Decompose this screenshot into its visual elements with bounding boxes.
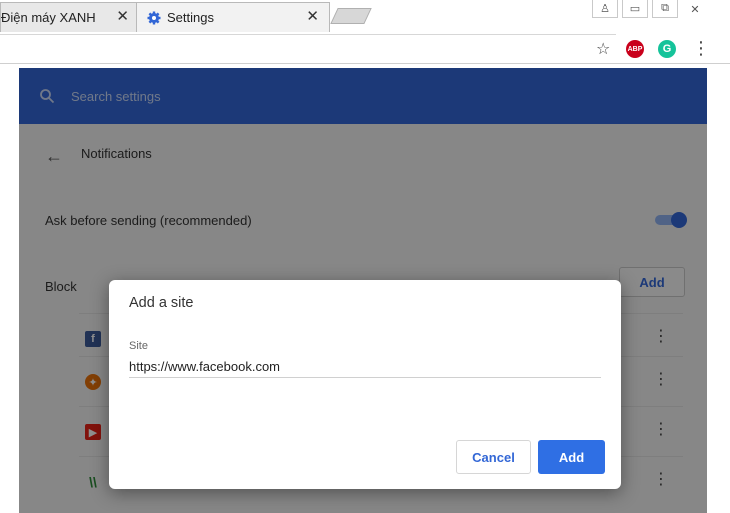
minimize-icon[interactable]: ▭ xyxy=(622,0,648,18)
tab-close-icon[interactable]: ✕ xyxy=(306,8,319,26)
cancel-button[interactable]: Cancel xyxy=(456,440,531,474)
close-window-icon[interactable]: ✕ xyxy=(682,0,708,18)
bookmark-star-icon[interactable]: ☆ xyxy=(596,39,610,59)
profile-icon[interactable]: ♙ xyxy=(592,0,618,18)
add-site-dialog: Add a site Site Cancel Add xyxy=(109,280,621,489)
browser-menu-icon[interactable]: ⋮ xyxy=(692,38,710,58)
new-tab-button[interactable] xyxy=(330,8,372,24)
tab-settings[interactable]: Settings ✕ xyxy=(136,2,330,32)
tab-dien-may-xanh[interactable]: Điện máy XANH ✕ xyxy=(0,2,140,32)
gear-icon xyxy=(147,11,161,25)
tab-close-icon[interactable]: ✕ xyxy=(116,8,129,26)
grammarly-icon[interactable]: G xyxy=(658,40,676,58)
browser-toolbar: ☆ ABP G ⋮ xyxy=(0,34,730,64)
site-field-label: Site xyxy=(129,340,148,352)
tab-title: Điện máy XANH xyxy=(1,10,96,25)
tab-strip: Điện máy XANH ✕ Settings ✕ ♙ ▭ ⧉ ✕ xyxy=(0,0,730,34)
tab-title: Settings xyxy=(167,10,214,25)
add-button[interactable]: Add xyxy=(538,440,605,474)
address-bar[interactable] xyxy=(0,34,616,63)
browser-window: Điện máy XANH ✕ Settings ✕ ♙ ▭ ⧉ ✕ ☆ ABP… xyxy=(0,0,730,513)
dialog-title: Add a site xyxy=(129,295,194,311)
window-controls: ♙ ▭ ⧉ ✕ xyxy=(588,0,708,20)
restore-icon[interactable]: ⧉ xyxy=(652,0,678,18)
site-input[interactable] xyxy=(129,356,601,378)
adblock-plus-icon[interactable]: ABP xyxy=(626,40,644,58)
